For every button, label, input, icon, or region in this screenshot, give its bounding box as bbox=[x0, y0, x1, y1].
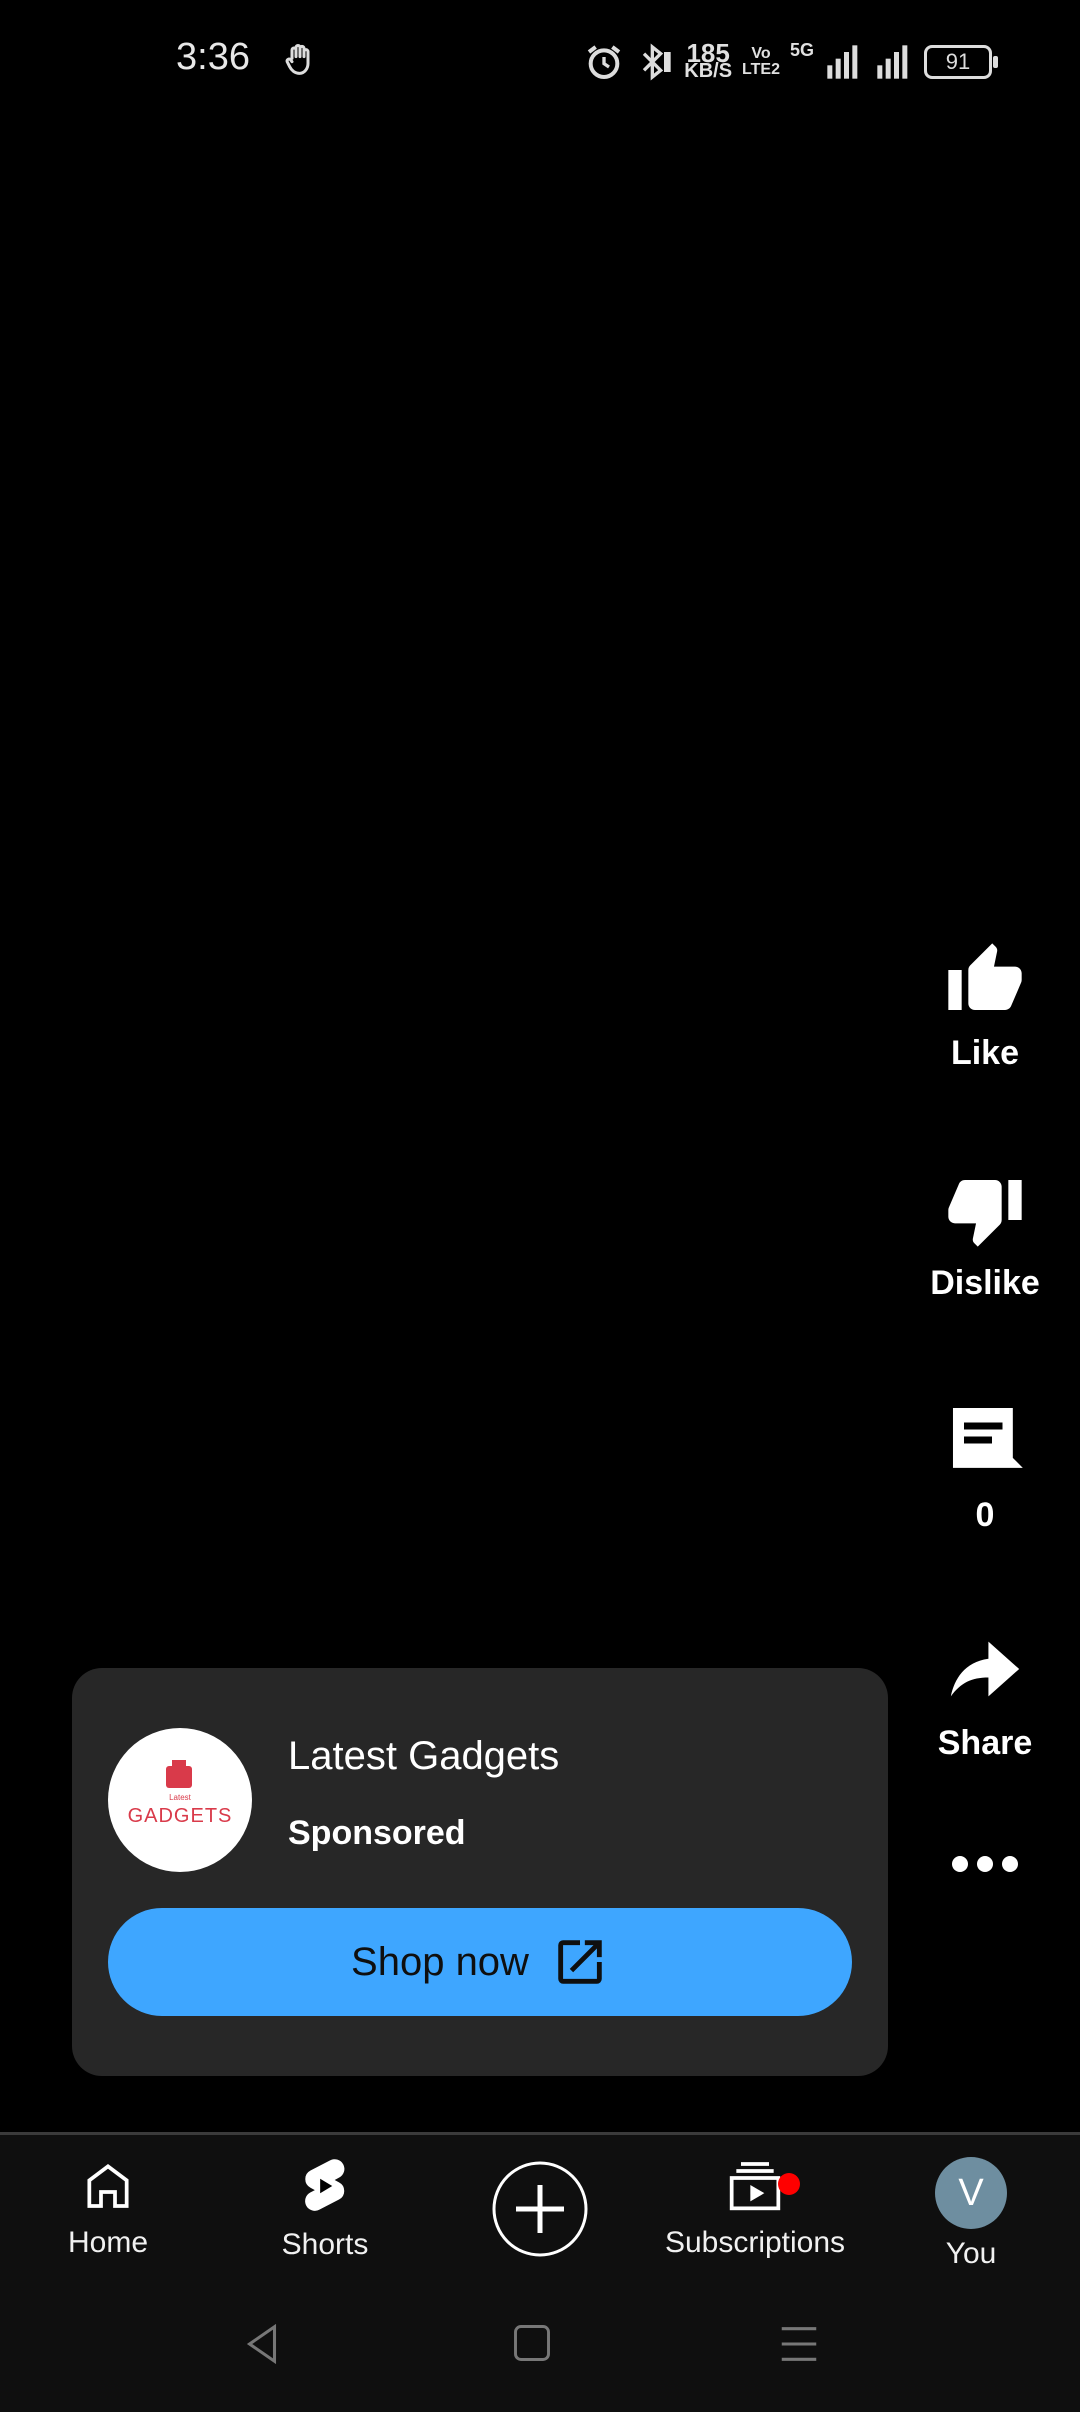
create-plus-icon bbox=[492, 2161, 588, 2257]
notification-dot bbox=[778, 2173, 800, 2195]
gesture-hand-icon bbox=[285, 44, 310, 75]
nav-shorts-label: Shorts bbox=[281, 2228, 369, 2261]
recents-menu-icon[interactable] bbox=[776, 2321, 822, 2367]
nav-subscriptions-label: Subscriptions bbox=[664, 2226, 846, 2259]
shop-now-label: Shop now bbox=[351, 1939, 529, 1984]
nav-subscriptions[interactable]: Subscriptions bbox=[660, 2157, 850, 2260]
avatar: V bbox=[935, 2157, 1007, 2229]
nav-you-label: You bbox=[945, 2237, 997, 2270]
shorts-icon bbox=[305, 2159, 345, 2211]
status-time: 3:36 bbox=[176, 36, 250, 78]
more-horizontal-icon bbox=[952, 1856, 1018, 1872]
shop-now-button[interactable]: Shop now bbox=[108, 1908, 852, 2016]
battery-indicator: 91 bbox=[924, 45, 998, 79]
system-navigation-bar bbox=[0, 2275, 1080, 2412]
nav-home-label: Home bbox=[67, 2226, 149, 2259]
back-icon[interactable] bbox=[240, 2321, 286, 2367]
subscriptions-icon bbox=[729, 2162, 781, 2211]
sponsored-ad-card[interactable]: Latest GADGETS Latest Gadgets Sponsored … bbox=[72, 1668, 888, 2076]
share-arrow-icon bbox=[950, 1641, 1020, 1697]
advertiser-name[interactable]: Latest Gadgets bbox=[288, 1734, 559, 1779]
comments-count: 0 bbox=[975, 1496, 995, 1534]
open-external-icon bbox=[558, 1940, 602, 1984]
comments-button[interactable]: 0 bbox=[900, 1398, 1070, 1535]
signal-strength-2-icon bbox=[877, 45, 908, 79]
like-button[interactable]: Like bbox=[900, 940, 1070, 1073]
dislike-label: Dislike bbox=[930, 1264, 1040, 1302]
thumbs-up-icon bbox=[948, 943, 1022, 1010]
nav-you[interactable]: V You bbox=[920, 2157, 1022, 2271]
bluetooth-icon bbox=[643, 43, 671, 81]
alarm-icon bbox=[588, 45, 621, 79]
create-button[interactable] bbox=[490, 2159, 590, 2264]
svg-text:GADGETS: GADGETS bbox=[128, 1805, 233, 1827]
home-square-icon[interactable] bbox=[510, 2321, 554, 2365]
signal-strength-icon bbox=[827, 45, 858, 79]
nav-home[interactable]: Home bbox=[60, 2157, 156, 2260]
bottom-navigation: Home Shorts Subscriptions V You bbox=[0, 2135, 1080, 2275]
share-button[interactable]: Share bbox=[900, 1628, 1070, 1763]
sponsored-label: Sponsored bbox=[288, 1814, 466, 1852]
nav-shorts[interactable]: Shorts bbox=[270, 2157, 380, 2262]
volte-indicator: Vo LTE2 bbox=[742, 45, 780, 78]
thumbs-down-icon bbox=[948, 1180, 1022, 1247]
network-speed: 185 KB/S bbox=[684, 38, 733, 82]
home-icon bbox=[87, 2164, 129, 2208]
more-options-button[interactable] bbox=[900, 1852, 1070, 1876]
dislike-button[interactable]: Dislike bbox=[900, 1170, 1070, 1303]
status-icons: 185 KB/S Vo LTE2 5G 91 bbox=[584, 38, 998, 86]
svg-text:Latest: Latest bbox=[169, 1793, 192, 1802]
status-bar: 3:36 185 KB/S Vo LTE2 5G 91 bbox=[0, 0, 1080, 120]
gadgets-logo-icon: Latest GADGETS bbox=[128, 1760, 233, 1827]
share-label: Share bbox=[937, 1724, 1033, 1762]
network-type-label: 5G bbox=[789, 40, 814, 60]
like-label: Like bbox=[950, 1034, 1020, 1072]
advertiser-logo[interactable]: Latest GADGETS bbox=[108, 1728, 252, 1872]
comment-icon bbox=[952, 1407, 1023, 1468]
